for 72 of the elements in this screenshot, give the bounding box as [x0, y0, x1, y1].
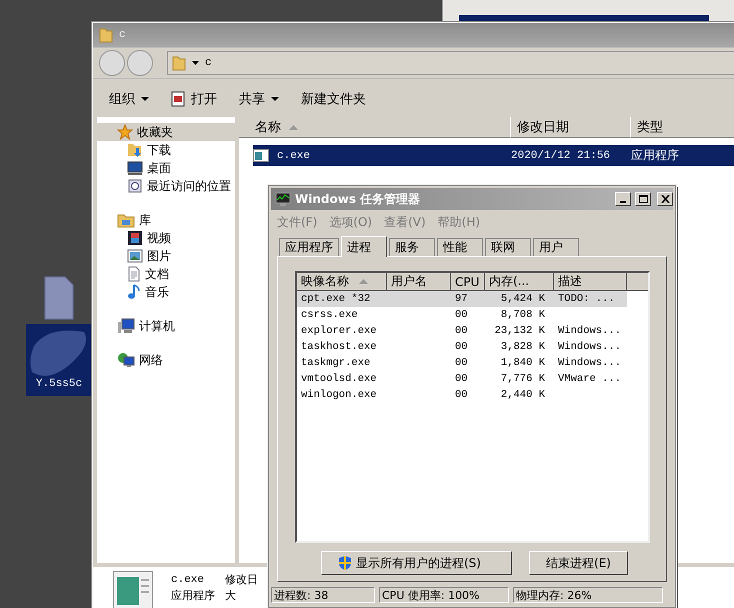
process-row[interactable]: taskmgr.exe 00 1,840 K Windows... [297, 355, 627, 371]
process-row[interactable]: explorer.exe 00 23,132 K Windows... [297, 323, 627, 339]
column-header[interactable]: 修改日期 [511, 117, 631, 138]
tab[interactable]: 用户 [533, 238, 579, 256]
picture-icon [127, 248, 143, 264]
action-button[interactable]: 结束进程(E) [529, 551, 628, 575]
close-icon [660, 195, 670, 203]
navigation-item[interactable]: 计算机 [97, 317, 235, 335]
navigation-item[interactable]: 音乐 [97, 283, 235, 301]
process-row[interactable]: cpt.exe *32 97 5,424 K TODO: ... [297, 291, 627, 307]
navigation-item[interactable]: 视频 [97, 229, 235, 247]
star-icon [117, 124, 133, 140]
navigation-item[interactable]: 最近访问的位置 [97, 177, 235, 195]
caret-icon [192, 61, 199, 65]
document-icon [127, 266, 141, 282]
tab[interactable]: 服务 [389, 238, 435, 256]
navigation-item[interactable]: 图片 [97, 247, 235, 265]
file-name: c.exe [171, 573, 206, 587]
tab[interactable]: 性能 [437, 238, 483, 256]
computer-icon [117, 318, 135, 334]
action-button[interactable]: 显示所有用户的进程(S) [321, 551, 512, 575]
application-icon [253, 149, 269, 162]
navigation-item[interactable]: 库 [97, 211, 235, 229]
film-icon [127, 230, 143, 246]
process-row[interactable]: vmtoolsd.exe 00 7,776 K VMware ... [297, 371, 627, 387]
details-label: 大 [225, 589, 237, 603]
caret-icon [271, 97, 279, 101]
window-title: c [119, 29, 126, 41]
file-row[interactable]: c.exe 2020/1/12 21:56 应用程序 [253, 145, 734, 166]
minimize-button[interactable] [615, 192, 631, 206]
navigation-item[interactable]: 收藏夹 [97, 123, 235, 141]
window-title: Windows 任务管理器 [295, 190, 422, 208]
toolbar-button[interactable]: 打开 [171, 90, 217, 108]
download-folder-icon [127, 142, 143, 158]
toolbar-button[interactable]: 组织 [109, 90, 149, 108]
file-icon [44, 276, 74, 320]
navigation-item[interactable]: 网络 [97, 351, 235, 369]
folder-icon [99, 27, 113, 43]
shield-icon [338, 555, 352, 571]
navigation-item[interactable]: 文档 [97, 265, 235, 283]
network-icon [117, 352, 135, 368]
window-icon [171, 91, 185, 107]
toolbar-button[interactable]: 共享 [239, 90, 279, 108]
address-bar[interactable]: c [167, 51, 734, 75]
details-label: 修改日 [225, 573, 258, 587]
process-row[interactable]: taskhost.exe 00 3,828 K Windows... [297, 339, 627, 355]
library-folder-icon [117, 212, 135, 228]
tab[interactable]: 联网 [485, 238, 531, 256]
status-text: 进程数: 38 [271, 587, 375, 603]
music-note-icon [127, 284, 141, 300]
maximize-button[interactable] [635, 192, 651, 206]
column-header[interactable]: 名称 [239, 117, 511, 138]
folder-icon [172, 55, 186, 71]
close-button[interactable] [657, 192, 673, 206]
caret-icon [141, 97, 149, 101]
desktop-icon [127, 160, 143, 176]
navigation-item[interactable]: 桌面 [97, 159, 235, 177]
monitor-icon [275, 192, 291, 206]
tab[interactable]: 进程 [341, 236, 387, 257]
desktop-icon-label: Y.5ss5c [36, 378, 82, 390]
status-text: CPU 使用率: 100% [379, 587, 509, 603]
column-header[interactable]: 类型 [631, 117, 734, 138]
process-row[interactable]: csrss.exe 00 8,708 K [297, 307, 627, 323]
tab[interactable]: 应用程序 [279, 238, 339, 256]
process-row[interactable]: winlogon.exe 00 2,440 K [297, 387, 627, 403]
recent-places-icon [127, 178, 143, 194]
toolbar-button[interactable]: 新建文件夹 [301, 90, 366, 108]
file-type: 应用程序 [171, 589, 215, 603]
status-text: 物理内存: 26% [513, 587, 663, 603]
maximize-icon [638, 195, 648, 203]
application-icon [113, 571, 153, 608]
navigation-item[interactable]: 下载 [97, 141, 235, 159]
